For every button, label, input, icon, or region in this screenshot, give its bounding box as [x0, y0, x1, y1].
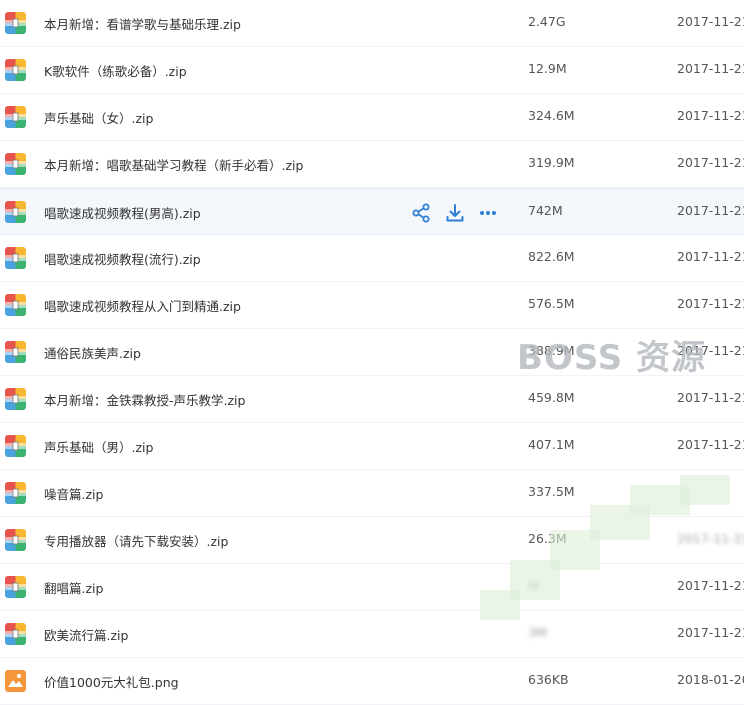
- file-name[interactable]: 本月新增：看谱学歌与基础乐理.zip: [44, 14, 241, 33]
- file-size: 324.6M: [528, 108, 575, 123]
- file-name[interactable]: 通俗民族美声.zip: [44, 343, 141, 362]
- file-row[interactable]: 本月新增：金铁霖教授-声乐教学.zip 459.8M 2017-11-21: [0, 376, 744, 423]
- file-name[interactable]: 本月新增：金铁霖教授-声乐教学.zip: [44, 390, 245, 409]
- file-date: 2017-11-21: [677, 578, 744, 593]
- file-name[interactable]: 翻唱篇.zip: [44, 578, 103, 597]
- file-row[interactable]: 翻唱篇.zipM2017-11-21: [0, 564, 744, 611]
- file-name[interactable]: 唱歌速成视频教程(男高).zip: [44, 203, 201, 222]
- file-size: 822.6M: [528, 249, 575, 264]
- file-date: 2017-11-21: [677, 296, 744, 311]
- zip-file-icon: [5, 59, 26, 81]
- file-row[interactable]: 声乐基础（女）.zip 324.6M 2017-11-21: [0, 94, 744, 141]
- file-row[interactable]: 价值1000元大礼包.png 636KB 2018-01-20: [0, 658, 744, 705]
- file-size: 319.9M: [528, 155, 575, 170]
- file-date: 2017-11-21: [677, 108, 744, 123]
- zip-file-icon: [5, 435, 26, 457]
- file-name[interactable]: 声乐基础（女）.zip: [44, 108, 153, 127]
- more-icon[interactable]: [477, 202, 499, 224]
- zip-file-icon: [5, 341, 26, 363]
- zip-file-icon: [5, 201, 26, 223]
- share-icon[interactable]: [410, 202, 432, 224]
- file-row[interactable]: 声乐基础（男）.zip 407.1M 2017-11-21: [0, 423, 744, 470]
- file-name[interactable]: 噪音篇.zip: [44, 484, 103, 503]
- file-size: 12.9M: [528, 61, 567, 76]
- file-date: 2017-11-21: [677, 390, 744, 405]
- file-row[interactable]: 欧美流行篇.zip 3M 2017-11-21: [0, 611, 744, 658]
- file-name[interactable]: 专用播放器（请先下载安装）.zip: [44, 531, 228, 550]
- file-size: 459.8M: [528, 390, 575, 405]
- file-row[interactable]: 唱歌速成视频教程(流行).zip 822.6M 2017-11-21: [0, 235, 744, 282]
- file-row[interactable]: 本月新增：唱歌基础学习教程（新手必看）.zip 319.9M 2017-11-21: [0, 141, 744, 188]
- watermark: BOSS 资源: [517, 338, 707, 378]
- image-file-icon: [5, 670, 26, 692]
- file-date: 2017-11-21: [677, 625, 744, 640]
- file-size: 407.1M: [528, 437, 575, 452]
- file-size: 337.5M: [528, 484, 575, 499]
- file-name[interactable]: 欧美流行篇.zip: [44, 625, 128, 644]
- file-name[interactable]: 价值1000元大礼包.png: [44, 672, 179, 691]
- file-name[interactable]: 唱歌速成视频教程从入门到精通.zip: [44, 296, 241, 315]
- file-row[interactable]: 唱歌速成视频教程从入门到精通.zip 576.5M 2017-11-21: [0, 282, 744, 329]
- zip-file-icon: [5, 294, 26, 316]
- file-size: 576.5M: [528, 296, 575, 311]
- file-row[interactable]: K歌软件（练歌必备）.zip 12.9M 2017-11-21: [0, 47, 744, 94]
- file-name[interactable]: 唱歌速成视频教程(流行).zip: [44, 249, 201, 268]
- file-date: 2017-11-21: [677, 155, 744, 170]
- file-date: 2017-11-21: [677, 531, 744, 546]
- zip-file-icon: [5, 576, 26, 598]
- file-name[interactable]: 本月新增：唱歌基础学习教程（新手必看）.zip: [44, 155, 303, 174]
- file-name[interactable]: K歌软件（练歌必备）.zip: [44, 61, 187, 80]
- file-size: 636KB: [528, 672, 569, 687]
- file-date: 2017-11-21: [677, 61, 744, 76]
- file-size: 2.47G: [528, 14, 566, 29]
- zip-file-icon: [5, 388, 26, 410]
- zip-file-icon: [5, 247, 26, 269]
- zip-file-icon: [5, 12, 26, 34]
- file-date: 2017-11-21: [677, 437, 744, 452]
- file-row[interactable]: 唱歌速成视频教程(男高).zip 742M 2017-11-21: [0, 188, 744, 235]
- file-name[interactable]: 声乐基础（男）.zip: [44, 437, 153, 456]
- zip-file-icon: [5, 529, 26, 551]
- file-size: 742M: [528, 203, 563, 218]
- zip-file-icon: [5, 106, 26, 128]
- file-row[interactable]: 本月新增：看谱学歌与基础乐理.zip 2.47G 2017-11-21: [0, 0, 744, 47]
- file-size: 3M: [528, 625, 547, 640]
- zip-file-icon: [5, 623, 26, 645]
- file-date: 2017-11-21: [677, 203, 744, 218]
- zip-file-icon: [5, 482, 26, 504]
- file-date: 2017-11-21: [677, 249, 744, 264]
- file-date: 2017-11-21: [677, 14, 744, 29]
- download-icon[interactable]: [444, 202, 466, 224]
- zip-file-icon: [5, 153, 26, 175]
- file-date: 2018-01-20: [677, 672, 744, 687]
